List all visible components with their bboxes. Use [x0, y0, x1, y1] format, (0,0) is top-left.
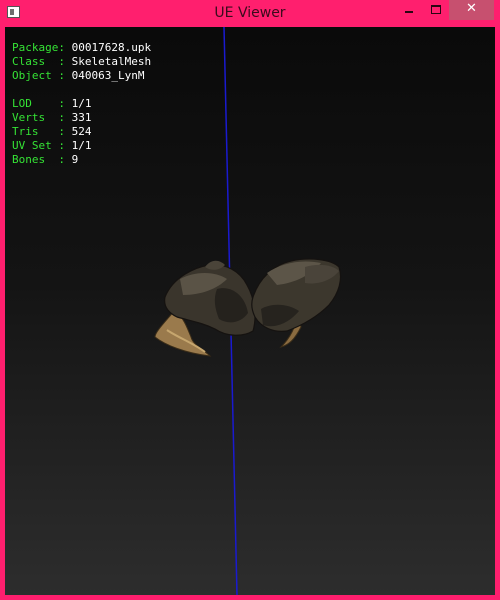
minimize-icon: [404, 10, 413, 13]
tris-row: Tris : 524: [12, 125, 92, 138]
minimize-button[interactable]: [395, 0, 422, 20]
maximize-button[interactable]: [422, 0, 449, 20]
app-window: UE Viewer ✕ Package: 00017628.upk Class …: [0, 0, 500, 600]
maximize-icon: [430, 5, 441, 14]
bones-row: Bones : 9: [12, 153, 79, 166]
close-button[interactable]: ✕: [449, 0, 494, 20]
close-icon: ✕: [466, 1, 477, 16]
skeletal-mesh-model: [154, 258, 342, 357]
3d-viewport[interactable]: Package: 00017628.upk Class : SkeletalMe…: [5, 27, 495, 595]
package-row: Package: 00017628.upk: [12, 41, 152, 54]
class-row: Class : SkeletalMesh: [12, 55, 152, 68]
mesh-info-overlay: Package: 00017628.upk Class : SkeletalMe…: [12, 41, 151, 167]
object-row: Object : 040063_LynM: [12, 69, 145, 82]
verts-row: Verts : 331: [12, 111, 92, 124]
title-bar[interactable]: UE Viewer ✕: [0, 0, 500, 26]
lod-row: LOD : 1/1: [12, 97, 92, 110]
uvset-row: UV Set : 1/1: [12, 139, 92, 152]
